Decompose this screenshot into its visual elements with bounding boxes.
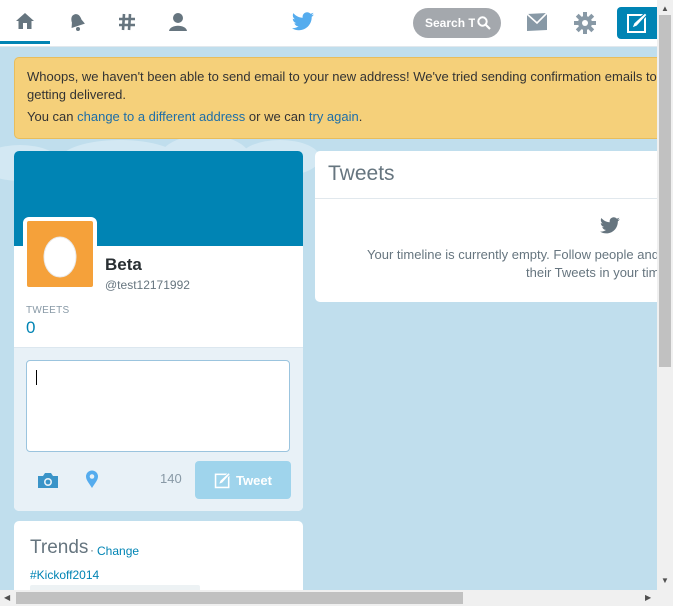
- search-box: [413, 8, 501, 38]
- alert-actions-line: You can change to a different address or…: [27, 108, 657, 126]
- tweet-composer: 140 Tweet: [14, 347, 303, 511]
- scroll-up-arrow-icon[interactable]: ▲: [661, 4, 669, 13]
- profile-card: Beta @test12171992 TWEETS 0 140 Tweet: [14, 151, 303, 511]
- horizontal-scrollbar[interactable]: ◀ ▶: [0, 590, 657, 606]
- camera-icon: [38, 472, 58, 488]
- compose-pencil-icon: [627, 12, 648, 33]
- alert-message: Whoops, we haven't been able to send ema…: [27, 69, 657, 84]
- messages-button[interactable]: [526, 12, 548, 35]
- gear-icon: [574, 12, 596, 34]
- home-icon: [16, 12, 34, 29]
- tweet-text-input[interactable]: [26, 360, 290, 452]
- discover-hash-icon: [119, 13, 135, 31]
- tweet-button-label: Tweet: [236, 472, 272, 488]
- empty-timeline-message: Your timeline is currently empty. Follow…: [367, 246, 657, 286]
- horizontal-scrollbar-thumb[interactable]: [16, 592, 463, 604]
- alert-actions-prefix: You can: [27, 109, 78, 124]
- twitter-bird-icon: [292, 12, 314, 31]
- scroll-right-arrow-icon[interactable]: ▶: [645, 593, 651, 602]
- scroll-down-arrow-icon[interactable]: ▼: [661, 576, 669, 585]
- browser-viewport: Whoops, we haven't been able to send ema…: [0, 0, 657, 590]
- profile-handle[interactable]: @test12171992: [105, 278, 190, 292]
- text-cursor: [36, 370, 37, 385]
- nav-notifications[interactable]: [52, 0, 102, 44]
- search-icon[interactable]: [477, 16, 491, 30]
- tweets-stat-label[interactable]: TWEETS: [26, 305, 69, 316]
- vertical-scrollbar[interactable]: ▲ ▼: [657, 0, 673, 590]
- notifications-bell-icon: [71, 14, 85, 31]
- scrollbar-corner: [657, 590, 673, 606]
- trends-change-link[interactable]: Change: [97, 544, 139, 558]
- egg-avatar-icon: [43, 236, 77, 278]
- empty-timeline-line1: Your timeline is currently empty. Follow…: [367, 247, 657, 262]
- envelope-icon: [526, 12, 548, 31]
- trends-separator: ·: [90, 543, 94, 557]
- compose-pencil-icon: [214, 471, 231, 488]
- try-again-link[interactable]: try again: [309, 109, 359, 124]
- nav-discover[interactable]: [102, 0, 152, 44]
- trends-card: Trends · Change #Kickoff2014: [14, 521, 303, 590]
- avatar[interactable]: [23, 217, 97, 291]
- vertical-scrollbar-thumb[interactable]: [659, 15, 671, 367]
- nav-me[interactable]: [153, 0, 203, 44]
- character-counter: 140: [160, 471, 182, 486]
- compose-tweet-button[interactable]: [617, 7, 657, 39]
- tweets-stat-count[interactable]: 0: [26, 318, 35, 338]
- email-confirmation-alert: Whoops, we haven't been able to send ema…: [14, 57, 657, 139]
- add-location-button[interactable]: [82, 468, 102, 490]
- location-pin-icon: [86, 470, 98, 488]
- timeline-header: Tweets: [315, 151, 657, 199]
- top-navigation-bar: [0, 0, 657, 47]
- change-address-link[interactable]: change to a different address: [77, 109, 245, 124]
- tweet-submit-button[interactable]: Tweet: [195, 461, 291, 499]
- empty-timeline-line2: their Tweets in your timeline.: [526, 265, 657, 280]
- alert-actions-middle: or we can: [245, 109, 309, 124]
- settings-button[interactable]: [574, 12, 596, 37]
- scroll-left-arrow-icon[interactable]: ◀: [4, 593, 10, 602]
- profile-name[interactable]: Beta: [105, 255, 142, 275]
- alert-actions-suffix: .: [358, 109, 363, 124]
- empty-timeline-bird: [599, 217, 621, 238]
- alert-message-continued: getting delivered.: [27, 87, 127, 102]
- me-person-icon: [169, 13, 187, 31]
- trends-title: Trends: [30, 537, 89, 558]
- timeline-card: Tweets Your timeline is currently empty.…: [315, 151, 657, 302]
- trend-item[interactable]: #Kickoff2014: [30, 568, 99, 582]
- twitter-bird-icon: [600, 217, 620, 234]
- search-input[interactable]: [425, 16, 475, 30]
- add-photo-button[interactable]: [36, 470, 60, 490]
- timeline-title: Tweets: [328, 162, 395, 185]
- nav-home[interactable]: [0, 0, 50, 44]
- twitter-logo[interactable]: [291, 12, 315, 35]
